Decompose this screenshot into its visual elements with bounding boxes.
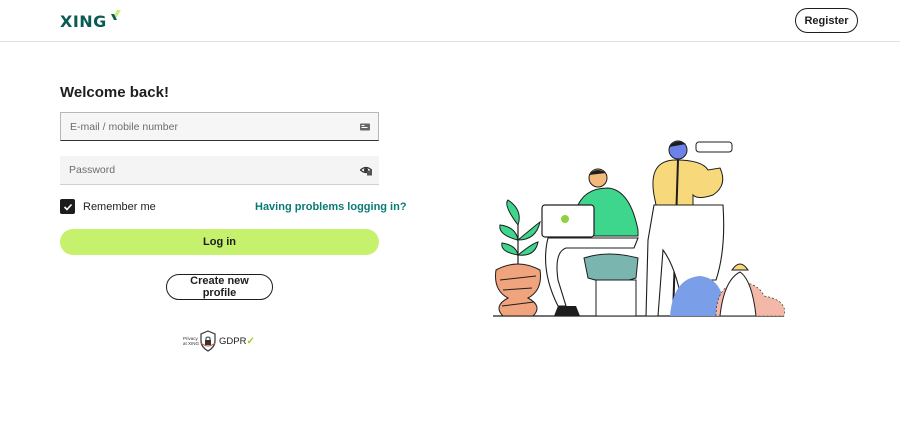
xing-x-icon bbox=[110, 10, 121, 20]
password-field-container bbox=[60, 156, 379, 185]
potted-plant bbox=[495, 199, 541, 317]
remember-me-checkbox[interactable] bbox=[60, 199, 75, 214]
show-password-eye-icon[interactable] bbox=[360, 164, 372, 176]
email-field-container bbox=[60, 112, 379, 141]
login-problems-link[interactable]: Having problems logging in? bbox=[255, 201, 407, 213]
autofill-card-icon[interactable] bbox=[359, 121, 371, 133]
email-input[interactable] bbox=[70, 113, 350, 140]
remember-me-row: Remember me bbox=[60, 199, 156, 214]
logo-text: XING bbox=[60, 11, 107, 31]
checkmark-icon bbox=[63, 203, 72, 211]
privacy-at-xing-text: Privacy at XING bbox=[183, 336, 200, 346]
top-bar: XING Register bbox=[0, 0, 900, 42]
gdpr-badge: Privacy at XING GDPR ✓ bbox=[183, 330, 255, 352]
create-profile-button[interactable]: Create new profile bbox=[166, 274, 273, 300]
gdpr-label: GDPR bbox=[219, 335, 247, 347]
login-illustration bbox=[493, 140, 785, 317]
person-with-laptop bbox=[541, 168, 639, 317]
login-button[interactable]: Log in bbox=[60, 229, 379, 255]
remember-me-label: Remember me bbox=[83, 200, 156, 213]
password-input[interactable] bbox=[69, 156, 349, 184]
shield-lock-icon bbox=[200, 330, 216, 352]
xing-logo[interactable]: XING bbox=[60, 10, 123, 32]
gdpr-check-icon: ✓ bbox=[246, 335, 255, 347]
register-button[interactable]: Register bbox=[795, 8, 858, 33]
page-title: Welcome back! bbox=[60, 84, 169, 101]
